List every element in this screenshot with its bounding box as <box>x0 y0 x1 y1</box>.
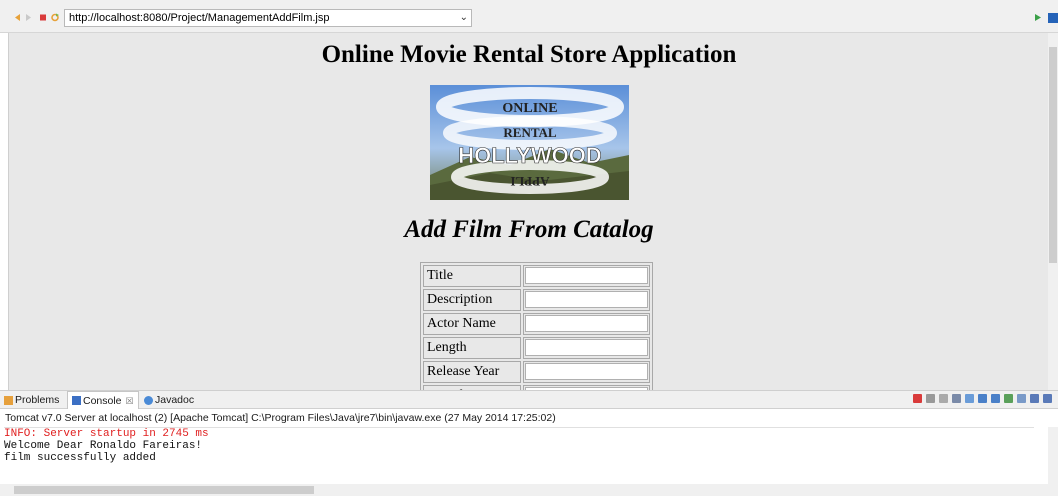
url-input[interactable]: http://localhost:8080/Project/Management… <box>64 9 472 27</box>
minimize-icon[interactable] <box>1030 394 1039 403</box>
tab-javadoc[interactable]: Javadoc <box>144 391 194 409</box>
web-page: Online Movie Rental Store Application ON… <box>8 33 1048 390</box>
add-film-form: Title Description Actor Name Length Release … <box>420 262 653 390</box>
problems-icon <box>4 395 13 405</box>
run-icon[interactable] <box>1034 13 1042 22</box>
stop-icon[interactable] <box>39 13 47 22</box>
tab-problems[interactable]: Problems <box>4 391 59 409</box>
console-line: film successfully added <box>4 452 156 464</box>
tab-problems-label: Problems <box>15 394 60 406</box>
page-vertical-scrollbar[interactable] <box>1048 33 1058 390</box>
logo-graphic: ONLINE RENTAL HOLLYWOOD APPLI <box>430 85 629 200</box>
field-cell <box>522 289 650 311</box>
length-input[interactable] <box>524 339 648 356</box>
console-scroll-thumb[interactable] <box>14 486 314 494</box>
tab-console-label: Console <box>83 394 122 407</box>
form-row: Actor Name <box>423 313 650 335</box>
terminate-icon[interactable] <box>913 394 922 403</box>
show-output-icon[interactable] <box>991 394 1000 403</box>
svg-text:ONLINE: ONLINE <box>502 101 557 116</box>
view-tab-bar: Problems Console ☒ Javadoc <box>0 391 1058 409</box>
field-cell <box>522 361 650 383</box>
field-cell <box>522 313 650 335</box>
refresh-icon[interactable] <box>51 13 59 22</box>
title-input[interactable] <box>524 267 648 284</box>
console-toolbar <box>913 394 1052 403</box>
console-line: INFO: Server startup in 2745 ms <box>4 428 209 440</box>
pin-console-icon[interactable] <box>978 394 987 403</box>
console-output[interactable]: INFO: Server startup in 2745 ms Welcome … <box>4 427 1034 464</box>
release-year-input[interactable] <box>524 363 648 380</box>
close-tab-icon[interactable]: ☒ <box>126 392 134 410</box>
page-scroll-thumb[interactable] <box>1049 47 1057 263</box>
field-label: Actor Name <box>423 313 521 335</box>
console-horizontal-scrollbar[interactable] <box>0 484 1058 496</box>
page-title: Online Movie Rental Store Application <box>321 41 737 68</box>
back-icon[interactable] <box>13 13 21 22</box>
svg-text:RENTAL: RENTAL <box>503 125 557 140</box>
javadoc-icon <box>144 395 153 405</box>
field-cell <box>522 337 650 359</box>
hollywood-logo-image: ONLINE RENTAL HOLLYWOOD APPLI <box>430 85 629 200</box>
url-dropdown-icon[interactable]: ⌄ <box>460 10 468 26</box>
field-label: Release Year <box>423 361 521 383</box>
tab-console[interactable]: Console ☒ <box>67 391 139 409</box>
console-panel: Problems Console ☒ Javadoc Tomcat v7.0 S… <box>0 390 1058 496</box>
scroll-lock-icon[interactable] <box>965 394 974 403</box>
url-text: http://localhost:8080/Project/Management… <box>69 12 330 24</box>
actor-name-input[interactable] <box>524 315 648 332</box>
open-console-icon[interactable] <box>1017 394 1026 403</box>
perspective-icon[interactable] <box>1048 13 1058 23</box>
console-icon <box>72 396 81 405</box>
console-line: Welcome Dear Ronaldo Fareiras! <box>4 440 203 452</box>
maximize-icon[interactable] <box>1043 394 1052 403</box>
browser-toolbar: http://localhost:8080/Project/Management… <box>0 0 1058 33</box>
forward-icon[interactable] <box>25 13 33 22</box>
remove-launch-icon[interactable] <box>926 394 935 403</box>
field-label: Length <box>423 337 521 359</box>
field-label: Title <box>423 265 521 287</box>
form-title: Add Film From Catalog <box>404 216 654 243</box>
tab-javadoc-label: Javadoc <box>155 394 195 406</box>
form-row: Title <box>423 265 650 287</box>
svg-text:APPLI: APPLI <box>511 174 550 189</box>
field-cell <box>522 265 650 287</box>
field-label: Description <box>423 289 521 311</box>
process-description: Tomcat v7.0 Server at localhost (2) [Apa… <box>5 412 556 424</box>
form-row: Length <box>423 337 650 359</box>
console-vertical-scrollbar[interactable] <box>1048 427 1058 484</box>
remove-all-icon[interactable] <box>939 394 948 403</box>
form-row: Release Year <box>423 361 650 383</box>
clear-console-icon[interactable] <box>952 394 961 403</box>
svg-text:HOLLYWOOD: HOLLYWOOD <box>458 143 601 168</box>
form-row: Description <box>423 289 650 311</box>
display-console-icon[interactable] <box>1004 394 1013 403</box>
description-input[interactable] <box>524 291 648 308</box>
